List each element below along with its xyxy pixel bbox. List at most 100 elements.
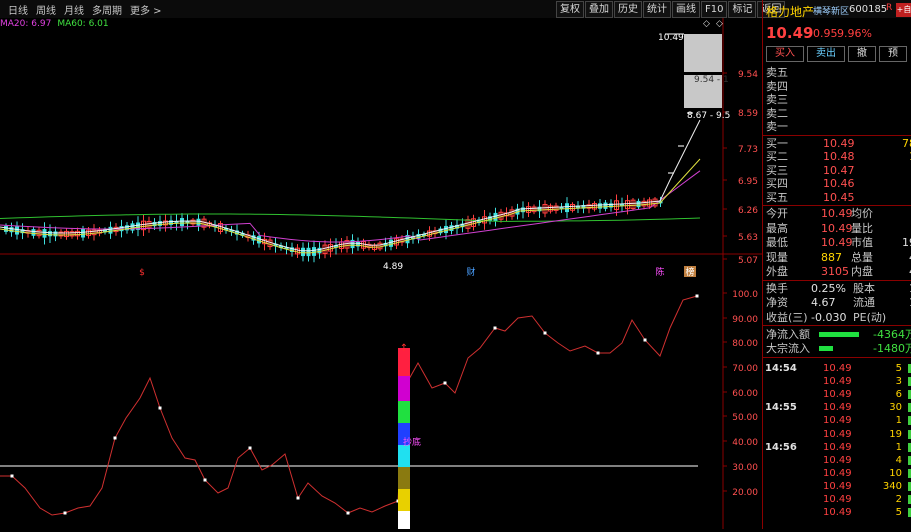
tool-button[interactable]: 标记	[728, 1, 757, 18]
candle-down	[196, 218, 201, 226]
tick-time: 14:54	[765, 363, 797, 374]
buy-level-price: 10.47	[823, 163, 855, 177]
buy-level-volume: 78	[902, 136, 911, 150]
tick-price: 10.49	[823, 494, 852, 505]
candle-down	[53, 231, 58, 237]
stat-label: 净资	[766, 296, 788, 309]
price-tick-label: 8.59	[738, 109, 758, 119]
tick-time: 14:55	[765, 402, 797, 414]
buy-level[interactable]: 买二10.481	[763, 150, 911, 163]
tick-row: 14:54 10.49 5	[763, 362, 911, 375]
tool-button[interactable]: 复权	[556, 1, 584, 18]
candle-down	[180, 218, 184, 227]
kline-chart[interactable]: 9.54 8.59 7.73 6.95 6.26 5.63 5.07 100.0 90.00 80…	[0, 18, 762, 529]
candle-down	[449, 225, 454, 232]
period-tabs: 日线 周线 月线 多周期 更多 >	[0, 0, 162, 18]
buy-level[interactable]: 买五 10.45	[763, 191, 911, 204]
stat-label: 股本	[853, 281, 875, 295]
sell-level[interactable]: 卖二	[763, 107, 911, 120]
diamond-icon[interactable]: ◇	[703, 19, 710, 29]
indicator-dot	[695, 294, 699, 298]
event-marker[interactable]: 财	[466, 266, 475, 278]
tick-row: 14:55 10.49 30	[763, 401, 911, 414]
price-annotation: 9.54 - 1	[694, 75, 729, 85]
tick-row: 10.49 10	[763, 467, 911, 480]
quote-panel: 格力地产 横琴新区 600185 R +自 10.49 0.95 9.96% 买…	[762, 0, 911, 529]
trade-button[interactable]: 预	[879, 46, 907, 62]
buy-level[interactable]: 买四 10.46	[763, 177, 911, 190]
stat-value: 19	[902, 236, 911, 249]
period-tab[interactable]: 更多 >	[130, 2, 162, 17]
signal-bar-segment	[398, 467, 410, 489]
tick-row: 10.49 6	[763, 388, 911, 401]
sell-level[interactable]: 卖三	[763, 93, 911, 106]
buy-level-label: 买四	[766, 177, 788, 190]
price-tick-label: 9.54	[738, 70, 758, 80]
flow-row: 大宗流入 -1480万	[763, 342, 911, 355]
sell-level[interactable]: 卖四	[763, 80, 911, 93]
stock-tag[interactable]: 横琴新区	[813, 4, 849, 17]
price-tick-label: 6.95	[738, 177, 758, 187]
period-tab[interactable]: 多周期	[92, 2, 122, 17]
candle-down	[636, 200, 641, 208]
period-tab[interactable]: 日线	[8, 2, 28, 17]
stat-row: 今开 10.49 均价	[763, 207, 911, 220]
flow-value: -4364万	[873, 328, 911, 341]
candle-down	[81, 229, 85, 238]
event-marker[interactable]: 陈	[655, 266, 664, 278]
range-box-upper	[684, 34, 722, 72]
sell-level-label: 卖一	[766, 120, 788, 133]
buy-level[interactable]: 买一 10.49 78	[763, 137, 911, 150]
stat-label: 外盘	[766, 265, 788, 278]
diamond-icon[interactable]: ◇	[716, 19, 723, 29]
candle-down	[444, 225, 448, 234]
tick-price: 10.49	[823, 467, 852, 479]
flow-label: 净流入额	[766, 328, 810, 341]
sell-level[interactable]: 卖一	[763, 120, 911, 133]
tick-row: 10.49 2	[763, 493, 911, 506]
trade-actions: 买入 卖出撤预	[766, 46, 911, 62]
indicator-tick-label: 30.00	[732, 463, 758, 473]
candle-down	[537, 206, 542, 212]
tool-button[interactable]: 历史	[614, 1, 642, 18]
trade-button[interactable]: 买入	[766, 46, 804, 62]
event-marker[interactable]: 榜	[685, 266, 694, 278]
price-annotation: 8.67 - 9.5	[687, 111, 730, 121]
tool-button[interactable]: 统计	[643, 1, 671, 18]
sell-level-label: 卖五	[766, 66, 788, 79]
tick-price: 10.49	[823, 389, 852, 401]
event-marker[interactable]: $	[139, 268, 145, 278]
chart-area: 9.54 8.59 7.73 6.95 6.26 5.63 5.07 100.0 90.00 80…	[0, 18, 762, 529]
buy-level[interactable]: 买三 10.47	[763, 164, 911, 177]
sell-level[interactable]: 卖五	[763, 66, 911, 79]
candle-down	[4, 225, 8, 232]
stat-label: 流通	[853, 296, 875, 309]
flow-label: 大宗流入	[766, 342, 810, 355]
add-self-button[interactable]: +自	[896, 3, 911, 17]
price-change: 0.95	[813, 27, 838, 40]
buy-level-price: 10.48	[823, 150, 855, 163]
period-tab[interactable]: 周线	[36, 2, 56, 17]
price-tick-label: 5.07	[738, 256, 758, 266]
candle-down	[598, 203, 602, 209]
candle-down	[312, 247, 316, 256]
tick-volume: 1	[895, 441, 902, 453]
tick-price: 10.49	[823, 480, 852, 492]
divider	[763, 279, 911, 281]
tool-button[interactable]: F10	[701, 1, 728, 18]
tool-button[interactable]: 画线	[672, 1, 700, 18]
sell-level-label: 卖二	[766, 106, 788, 120]
candle-down	[9, 227, 14, 233]
trade-button[interactable]: 撤	[848, 46, 876, 62]
tick-row: 10.49 4	[763, 454, 911, 467]
stat-value: 4.67	[811, 296, 836, 309]
tick-price: 10.49	[823, 402, 852, 414]
indicator-tick-label: 20.00	[732, 488, 758, 498]
tick-row: 10.49 5	[763, 506, 911, 519]
period-tab[interactable]: 月线	[64, 2, 84, 17]
tool-button[interactable]: 叠加	[585, 1, 613, 18]
stat-label: 市值	[851, 236, 873, 249]
trade-button[interactable]: 卖出	[807, 46, 845, 62]
stat-value: 0.25%	[811, 281, 846, 295]
buy-level-price: 10.45	[823, 190, 855, 204]
